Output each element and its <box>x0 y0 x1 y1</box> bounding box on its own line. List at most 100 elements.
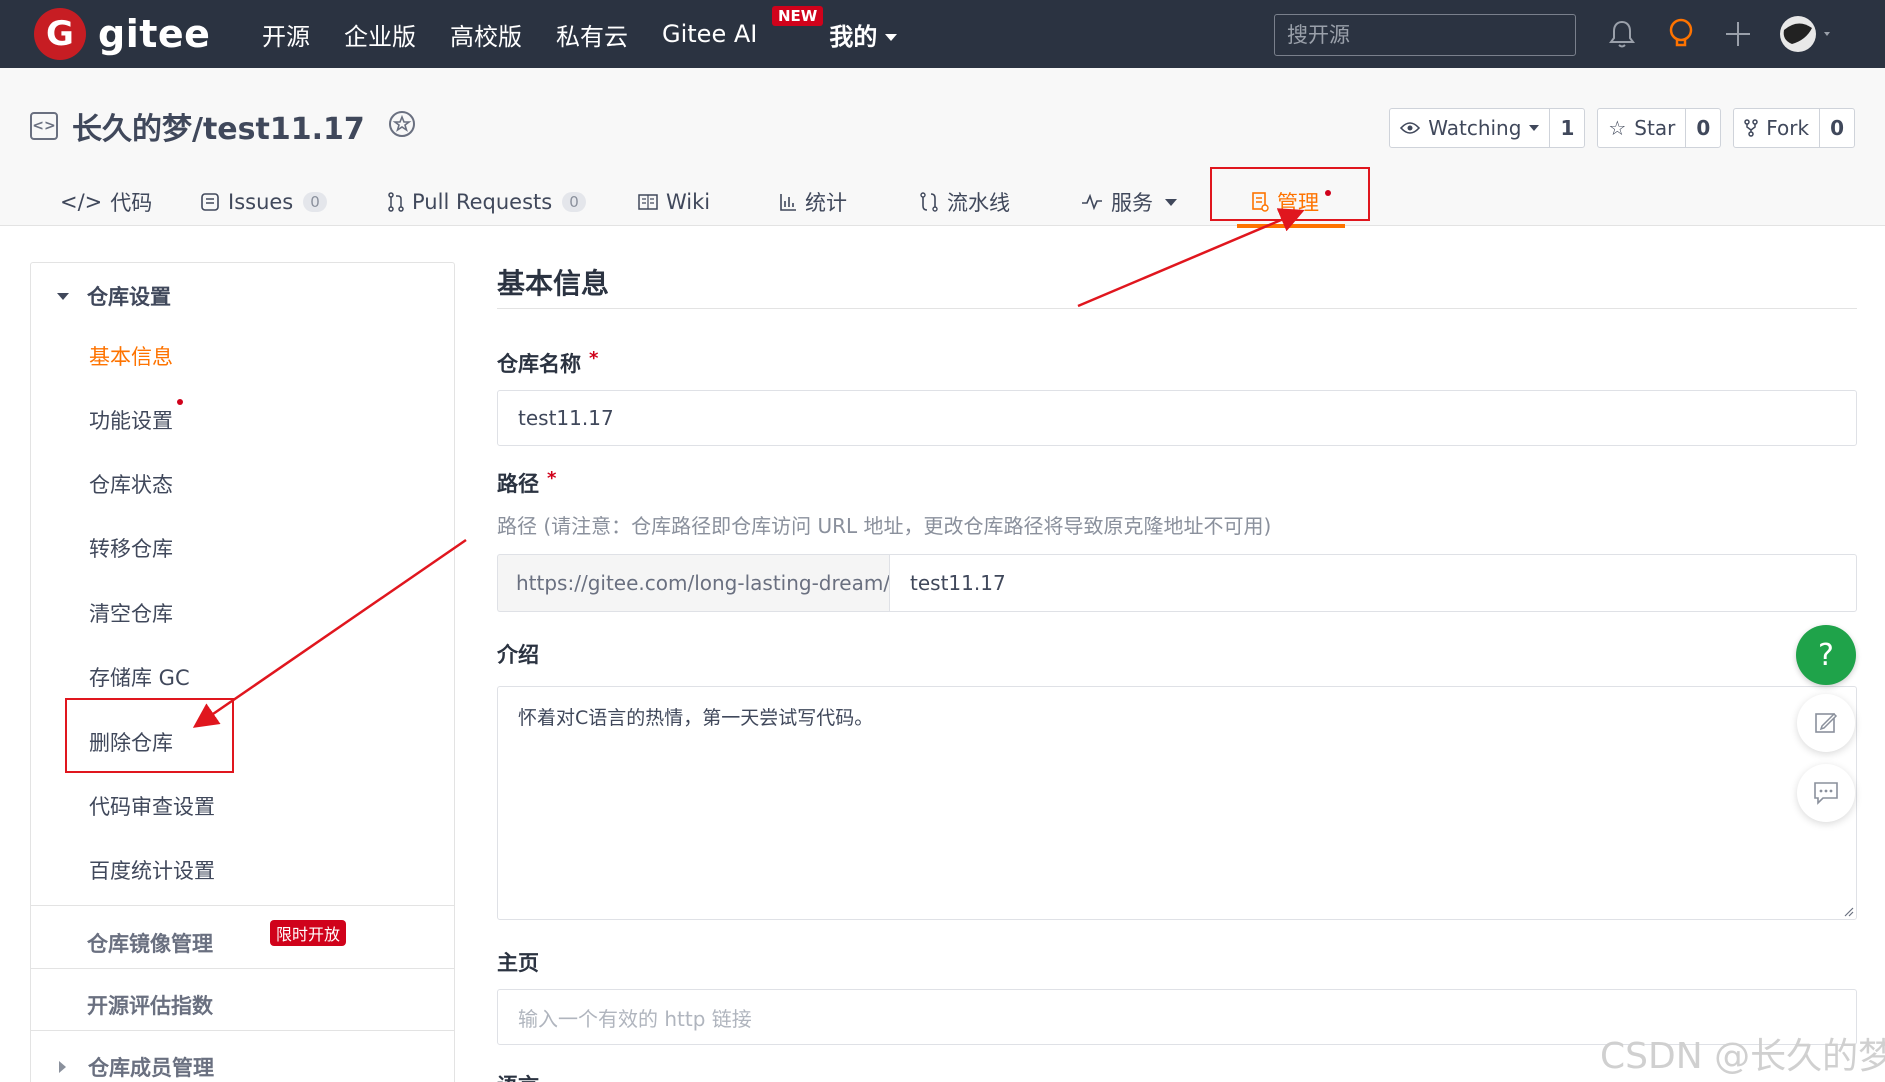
sidebar-group-members[interactable]: 仓库成员管理 <box>59 1052 214 1082</box>
label-text: 路径 <box>497 472 539 496</box>
divider <box>31 968 454 969</box>
lightbulb-icon[interactable] <box>1663 16 1699 52</box>
watermark: CSDN @长久的梦 <box>1600 1036 1885 1077</box>
homepage-label: 主页 <box>497 951 539 975</box>
annotation-box-delete <box>65 698 234 773</box>
sidebar-item-code-review[interactable]: 代码审查设置 <box>89 791 215 821</box>
sidebar-item-transfer[interactable]: 转移仓库 <box>89 533 173 563</box>
group-members-label: 仓库成员管理 <box>88 1056 214 1080</box>
annotation-box-manage <box>1210 167 1370 221</box>
star-group: ☆ Star 0 <box>1597 108 1722 148</box>
tab-pipeline[interactable]: 流水线 <box>919 178 1081 226</box>
nav-mine[interactable]: 我的 <box>829 17 898 52</box>
caret-down-icon <box>57 292 69 300</box>
sidebar-item-features[interactable]: 功能设置 <box>89 399 183 435</box>
logo-mark: G <box>34 8 86 60</box>
main-nav: 开源 企业版 高校版 私有云 Gitee AI NEW 我的 <box>262 0 931 68</box>
divider <box>31 905 454 906</box>
section-title: 仓库设置 <box>87 285 171 309</box>
path-prefix: https://gitee.com/long-lasting-dream/ <box>497 554 890 612</box>
tab-pull-requests[interactable]: Pull Requests 0 <box>388 178 638 226</box>
tab-stats-label: 统计 <box>805 191 847 215</box>
edit-icon <box>1813 710 1839 736</box>
tab-pr-label: Pull Requests <box>412 190 553 214</box>
chat-icon <box>1813 781 1839 805</box>
star-count[interactable]: 0 <box>1686 109 1720 147</box>
repo-name-input[interactable]: test11.17 <box>497 390 1857 446</box>
sidebar-group-eval[interactable]: 开源评估指数 <box>87 990 213 1020</box>
repo-name[interactable]: 长久的梦/test11.17 <box>72 104 365 148</box>
watch-group: Watching 1 <box>1389 108 1586 148</box>
star-button[interactable]: ☆ Star <box>1598 109 1687 147</box>
required-mark: * <box>547 468 557 489</box>
path-hint: 路径 (请注意：仓库路径即仓库访问 URL 地址，更改仓库路径将导致原克隆地址不… <box>497 514 1272 538</box>
repo-name-label: 仓库名称 * <box>497 348 598 378</box>
sidebar-item-clear[interactable]: 清空仓库 <box>89 598 173 628</box>
gitee-logo[interactable]: G gitee <box>34 8 210 60</box>
watch-count[interactable]: 1 <box>1550 109 1584 147</box>
code-icon: </> <box>60 190 103 214</box>
logo-text: gitee <box>98 12 211 56</box>
issues-icon <box>200 192 220 212</box>
pr-count: 0 <box>562 192 586 212</box>
divider <box>31 1030 454 1031</box>
sidebar-item-basic-info[interactable]: 基本信息 <box>89 341 173 371</box>
tab-wiki[interactable]: Wiki <box>638 178 779 226</box>
edit-feedback-button[interactable] <box>1797 694 1855 752</box>
chat-button[interactable] <box>1797 764 1855 822</box>
nav-opensource[interactable]: 开源 <box>262 17 310 52</box>
tab-pipeline-label: 流水线 <box>947 191 1010 215</box>
search-input[interactable]: 搜开源 <box>1274 14 1576 56</box>
fork-count[interactable]: 0 <box>1820 109 1854 147</box>
intro-textarea[interactable]: 怀着对C语言的热情，第一天尝试写代码。 <box>497 686 1857 920</box>
sidebar-item-repo-status[interactable]: 仓库状态 <box>89 469 173 499</box>
label-text: 仓库名称 <box>497 352 581 376</box>
help-button[interactable]: ? <box>1796 625 1856 685</box>
limited-badge: 限时开放 <box>270 920 347 946</box>
tab-services[interactable]: 服务 <box>1081 178 1231 226</box>
tab-code-label: 代码 <box>110 191 153 215</box>
star-icon: ☆ <box>1608 116 1627 140</box>
language-label: 语言 <box>497 1070 539 1082</box>
pull-request-icon <box>388 192 404 212</box>
nav-private-cloud[interactable]: 私有云 <box>556 17 628 52</box>
path-input[interactable]: test11.17 <box>889 554 1857 612</box>
sidebar-item-baidu-stats[interactable]: 百度统计设置 <box>89 855 215 885</box>
top-navbar: G gitee 开源 企业版 高校版 私有云 Gitee AI NEW 我的 搜… <box>0 0 1885 68</box>
caret-right-icon <box>59 1061 66 1073</box>
watch-button[interactable]: Watching <box>1390 109 1551 147</box>
page-title: 基本信息 <box>497 267 610 300</box>
fork-icon <box>1744 119 1758 137</box>
certificate-icon[interactable] <box>387 109 417 143</box>
nav-gitee-ai[interactable]: Gitee AI NEW <box>662 6 824 48</box>
sidebar-section-repo-settings[interactable]: 仓库设置 <box>57 281 480 311</box>
tab-code[interactable]: </> 代码 <box>60 178 200 226</box>
sidebar-item-label: 功能设置 <box>89 409 173 433</box>
fork-button[interactable]: Fork <box>1734 109 1821 147</box>
bell-icon[interactable] <box>1604 16 1640 52</box>
plus-icon[interactable] <box>1720 16 1756 52</box>
tab-issues[interactable]: Issues 0 <box>200 178 388 226</box>
sidebar-group-mirror[interactable]: 仓库镜像管理 限时开放 <box>87 920 347 958</box>
fork-group: Fork 0 <box>1733 108 1855 148</box>
nav-education[interactable]: 高校版 <box>450 17 522 52</box>
issues-count: 0 <box>303 192 327 212</box>
tab-stats[interactable]: 统计 <box>779 178 919 226</box>
nav-enterprise[interactable]: 企业版 <box>344 17 416 52</box>
resize-handle-icon[interactable] <box>1842 905 1854 917</box>
wiki-icon <box>638 194 658 210</box>
section-header: 仓库设置 <box>57 281 480 311</box>
sidebar-item-gc[interactable]: 存储库 GC <box>89 662 190 692</box>
new-badge: NEW <box>771 6 824 26</box>
repo-actions: Watching 1 ☆ Star 0 Fork 0 <box>1377 108 1855 148</box>
repo-header: <> 长久的梦/test11.17 Watching 1 ☆ Star 0 Fo… <box>0 68 1885 228</box>
group-mirror-label: 仓库镜像管理 <box>87 932 213 956</box>
avatar[interactable] <box>1780 16 1836 52</box>
settings-sidebar: 仓库设置 基本信息 功能设置 仓库状态 转移仓库 清空仓库 存储库 GC 删除仓… <box>30 262 455 1082</box>
path-label: 路径 * <box>497 468 556 498</box>
repo-tabs: </> 代码 Issues 0 Pull Requests 0 Wiki 统计 … <box>60 178 1345 228</box>
divider <box>497 308 1857 309</box>
pipeline-icon <box>919 192 939 212</box>
intro-label: 介绍 <box>497 643 539 667</box>
tab-issues-label: Issues <box>228 190 294 214</box>
